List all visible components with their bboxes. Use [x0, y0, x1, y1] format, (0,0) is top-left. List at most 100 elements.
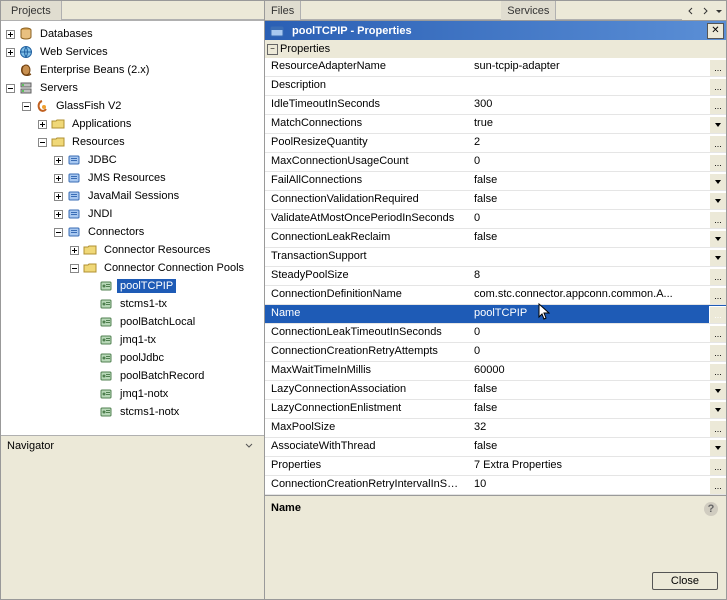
ellipsis-button[interactable]: ...	[709, 287, 727, 304]
minimize-icon[interactable]	[244, 441, 254, 451]
tree-row[interactable]: stcms1-notx	[3, 403, 264, 421]
tree-node-label[interactable]: stcms1-tx	[117, 297, 170, 311]
tree-row[interactable]: jmq1-notx	[3, 385, 264, 403]
ellipsis-button[interactable]: ...	[709, 59, 727, 76]
property-row[interactable]: SteadyPoolSize8...	[265, 267, 727, 286]
expand-icon[interactable]	[67, 243, 81, 257]
tree-row[interactable]: GlassFish V2	[3, 97, 264, 115]
property-row[interactable]: LazyConnectionAssociationfalse	[265, 381, 727, 400]
ellipsis-button[interactable]: ...	[709, 458, 727, 475]
tab-projects[interactable]: Projects	[1, 1, 62, 20]
dropdown-button[interactable]	[709, 230, 727, 247]
tree-row[interactable]: poolTCPIP	[3, 277, 264, 295]
tree-row[interactable]: Resources	[3, 133, 264, 151]
tree-row[interactable]: poolJdbc	[3, 349, 264, 367]
property-value[interactable]: poolTCPIP...	[470, 305, 727, 323]
property-row[interactable]: PoolResizeQuantity2...	[265, 134, 727, 153]
tree-node-label[interactable]: JMS Resources	[85, 171, 169, 185]
property-row[interactable]: ConnectionDefinitionNamecom.stc.connecto…	[265, 286, 727, 305]
property-value[interactable]: false	[470, 191, 727, 209]
tab-services[interactable]: Services	[501, 1, 556, 20]
tree-row[interactable]: poolBatchRecord	[3, 367, 264, 385]
property-value[interactable]: ...	[470, 77, 727, 95]
property-row[interactable]: ConnectionCreationRetryAttempts0...	[265, 343, 727, 362]
ellipsis-button[interactable]: ...	[709, 325, 727, 342]
property-value[interactable]: false	[470, 172, 727, 190]
tree-row[interactable]: jmq1-tx	[3, 331, 264, 349]
collapse-icon[interactable]	[51, 225, 65, 239]
tree-node-label[interactable]: Enterprise Beans (2.x)	[37, 63, 152, 77]
tree-node-label[interactable]: Databases	[37, 27, 96, 41]
tree-node-label[interactable]: Applications	[69, 117, 134, 131]
dropdown-button[interactable]	[709, 192, 727, 209]
property-value[interactable]: 60000...	[470, 362, 727, 380]
ellipsis-button[interactable]: ...	[709, 420, 727, 437]
expand-icon[interactable]	[51, 189, 65, 203]
dropdown-icon[interactable]	[714, 6, 724, 16]
tree-node-label[interactable]: stcms1-notx	[117, 405, 182, 419]
tree-node-label[interactable]: JavaMail Sessions	[85, 189, 182, 203]
dropdown-button[interactable]	[709, 173, 727, 190]
ellipsis-button[interactable]: ...	[709, 268, 727, 285]
property-row[interactable]: MatchConnectionstrue	[265, 115, 727, 134]
dropdown-button[interactable]	[709, 439, 727, 456]
tab-files[interactable]: Files	[265, 1, 301, 20]
property-value[interactable]: false	[470, 400, 727, 418]
property-row[interactable]: ResourceAdapterNamesun-tcpip-adapter...	[265, 58, 727, 77]
property-row[interactable]: FailAllConnectionsfalse	[265, 172, 727, 191]
dropdown-button[interactable]	[709, 116, 727, 133]
ellipsis-button[interactable]: ...	[709, 135, 727, 152]
tree-row[interactable]: Connector Connection Pools	[3, 259, 264, 277]
collapse-icon[interactable]	[67, 261, 81, 275]
property-row[interactable]: MaxPoolSize32...	[265, 419, 727, 438]
tree-row[interactable]: Servers	[3, 79, 264, 97]
tree-node-label[interactable]: Web Services	[37, 45, 111, 59]
dropdown-button[interactable]	[709, 382, 727, 399]
tree-node-label[interactable]: Connectors	[85, 225, 147, 239]
property-row[interactable]: MaxWaitTimeInMillis60000...	[265, 362, 727, 381]
property-value[interactable]: com.stc.connector.appconn.common.A......	[470, 286, 727, 304]
navigator-dock-icons[interactable]	[240, 441, 258, 451]
property-value[interactable]: 32...	[470, 419, 727, 437]
tree-row[interactable]: JavaMail Sessions	[3, 187, 264, 205]
property-row[interactable]: IdleTimeoutInSeconds300...	[265, 96, 727, 115]
property-row[interactable]: LazyConnectionEnlistmentfalse	[265, 400, 727, 419]
dropdown-button[interactable]	[709, 401, 727, 418]
ellipsis-button[interactable]: ...	[709, 78, 727, 95]
tree-row[interactable]: JMS Resources	[3, 169, 264, 187]
property-value[interactable]: 7 Extra Properties...	[470, 457, 727, 475]
property-value[interactable]: 0...	[470, 153, 727, 171]
property-value[interactable]: sun-tcpip-adapter...	[470, 58, 727, 76]
collapse-icon[interactable]: −	[267, 44, 278, 55]
property-value[interactable]: true	[470, 115, 727, 133]
property-value[interactable]: 2...	[470, 134, 727, 152]
tree-row[interactable]: poolBatchLocal	[3, 313, 264, 331]
expand-icon[interactable]	[35, 117, 49, 131]
property-value[interactable]: 0...	[470, 343, 727, 361]
property-row[interactable]: ConnectionCreationRetryIntervalInSeconds…	[265, 476, 727, 495]
tree-node-label[interactable]: jmq1-tx	[117, 333, 159, 347]
tree-node-label[interactable]: Connector Resources	[101, 243, 213, 257]
property-row[interactable]: TransactionSupport	[265, 248, 727, 267]
property-row[interactable]: MaxConnectionUsageCount0...	[265, 153, 727, 172]
property-row[interactable]: AssociateWithThreadfalse	[265, 438, 727, 457]
property-value[interactable]: false	[470, 381, 727, 399]
scroll-left-icon[interactable]	[686, 6, 696, 16]
ellipsis-button[interactable]: ...	[709, 154, 727, 171]
tree-node-label[interactable]: Servers	[37, 81, 81, 95]
scroll-right-icon[interactable]	[700, 6, 710, 16]
property-row[interactable]: Description...	[265, 77, 727, 96]
collapse-icon[interactable]	[3, 81, 17, 95]
property-value[interactable]	[470, 248, 727, 266]
properties-section-header[interactable]: − Properties	[265, 40, 727, 58]
tree-node-label[interactable]: poolTCPIP	[117, 279, 176, 293]
property-row[interactable]: ValidateAtMostOncePeriodInSeconds0...	[265, 210, 727, 229]
tree-pane[interactable]: Databases Web Services Enterprise Beans (2…	[1, 20, 264, 436]
tree-row[interactable]: Web Services	[3, 43, 264, 61]
tree-node-label[interactable]: Connector Connection Pools	[101, 261, 247, 275]
tree-node-label[interactable]: JNDI	[85, 207, 115, 221]
tree-row[interactable]: Connectors	[3, 223, 264, 241]
property-grid[interactable]: ResourceAdapterNamesun-tcpip-adapter...D…	[265, 58, 727, 495]
property-value[interactable]: false	[470, 229, 727, 247]
tree-row[interactable]: JNDI	[3, 205, 264, 223]
